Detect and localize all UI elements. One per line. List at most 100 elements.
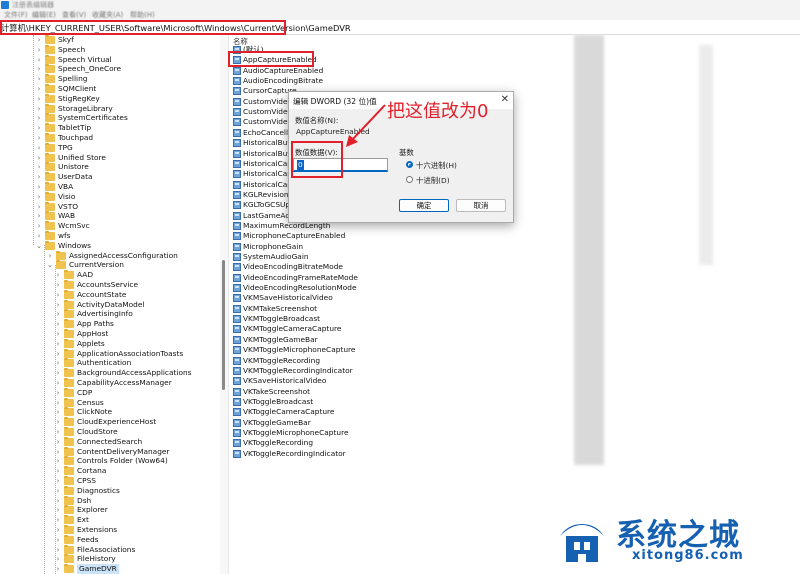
- folder-icon: [45, 54, 55, 64]
- registry-key-tree[interactable]: › Skyf › Speech › Speech Virtual › Speech_OneCo…: [0, 35, 229, 574]
- chevron-right-icon[interactable]: ›: [35, 64, 43, 74]
- tree-item-label: CapabilityAccessManager: [77, 378, 172, 387]
- chevron-right-icon[interactable]: ›: [54, 437, 62, 447]
- radio-hex-label[interactable]: 十六进制(H): [416, 160, 457, 171]
- menu-view[interactable]: 查看(V): [62, 10, 86, 20]
- chevron-right-icon[interactable]: ›: [54, 417, 62, 427]
- chevron-right-icon[interactable]: ›: [54, 564, 62, 574]
- radio-decimal[interactable]: [406, 176, 413, 183]
- cancel-button[interactable]: 取消: [456, 199, 506, 212]
- menu-file[interactable]: 文件(F): [4, 10, 28, 20]
- dialog-close-icon[interactable]: ✕: [501, 94, 509, 105]
- chevron-right-icon[interactable]: ›: [54, 388, 62, 398]
- menu-bar: 文件(F) 编辑(E) 查看(V) 收藏夹(A) 帮助(H): [0, 10, 800, 20]
- chevron-right-icon[interactable]: ›: [54, 525, 62, 535]
- folder-icon: [64, 387, 74, 397]
- reg-binary-icon: [233, 284, 241, 293]
- chevron-right-icon[interactable]: ›: [46, 251, 54, 261]
- chevron-right-icon[interactable]: ›: [35, 55, 43, 65]
- tree-item-label: App Paths: [77, 319, 114, 329]
- radio-decimal-label[interactable]: 十进制(D): [416, 175, 450, 186]
- chevron-right-icon[interactable]: ›: [35, 221, 43, 231]
- value-name: VKToggleGameBar: [243, 417, 311, 427]
- chevron-right-icon[interactable]: ›: [54, 349, 62, 359]
- folder-icon: [45, 240, 55, 250]
- chevron-right-icon[interactable]: ›: [35, 192, 43, 202]
- chevron-right-icon[interactable]: ›: [54, 290, 62, 300]
- chevron-right-icon[interactable]: ›: [35, 35, 43, 45]
- value-name: VKMToggleCameraCapture: [243, 324, 342, 334]
- tree-scrollbar[interactable]: [220, 35, 228, 574]
- chevron-right-icon[interactable]: ›: [54, 456, 62, 466]
- chevron-right-icon[interactable]: ›: [54, 427, 62, 437]
- chevron-right-icon[interactable]: ›: [54, 535, 62, 545]
- chevron-right-icon[interactable]: ›: [35, 113, 43, 123]
- chevron-right-icon[interactable]: ›: [54, 486, 62, 496]
- ok-button[interactable]: 确定: [399, 199, 449, 212]
- chevron-right-icon[interactable]: ›: [35, 153, 43, 163]
- chevron-right-icon[interactable]: ›: [54, 398, 62, 408]
- chevron-right-icon[interactable]: ›: [54, 496, 62, 506]
- value-name: VKMToggleBroadcast: [243, 314, 321, 324]
- chevron-right-icon[interactable]: ›: [54, 309, 62, 319]
- tree-item-label: WAB: [58, 211, 76, 221]
- chevron-right-icon[interactable]: ›: [35, 123, 43, 133]
- menu-favorites[interactable]: 收藏夹(A): [92, 10, 123, 20]
- chevron-right-icon[interactable]: ›: [35, 94, 43, 104]
- value-name: VKMToggleRecordingIndicator: [243, 365, 353, 375]
- chevron-right-icon[interactable]: ›: [35, 143, 43, 153]
- chevron-right-icon[interactable]: ›: [35, 231, 43, 241]
- folder-icon: [45, 231, 55, 240]
- chevron-down-icon[interactable]: ⌄: [46, 260, 54, 270]
- folder-icon: [64, 329, 74, 338]
- chevron-right-icon[interactable]: ›: [54, 466, 62, 476]
- chevron-right-icon[interactable]: ›: [35, 74, 43, 84]
- chevron-right-icon[interactable]: ›: [35, 182, 43, 192]
- chevron-right-icon[interactable]: ›: [54, 329, 62, 339]
- tree-item-label: BackgroundAccessApplications: [77, 368, 192, 378]
- chevron-right-icon[interactable]: ›: [54, 368, 62, 378]
- folder-icon: [64, 525, 74, 534]
- chevron-right-icon[interactable]: ›: [54, 270, 62, 280]
- radio-hex[interactable]: [406, 161, 413, 168]
- chevron-right-icon[interactable]: ›: [54, 378, 62, 388]
- folder-icon: [64, 319, 74, 329]
- chevron-right-icon[interactable]: ›: [54, 447, 62, 457]
- tree-item-label: FileHistory: [77, 554, 116, 564]
- chevron-right-icon[interactable]: ›: [35, 172, 43, 182]
- chevron-right-icon[interactable]: ›: [35, 104, 43, 114]
- window-titlebar: 注册表编辑器: [0, 0, 800, 10]
- reg-binary-icon: [233, 108, 241, 117]
- chevron-right-icon[interactable]: ›: [54, 407, 62, 417]
- chevron-right-icon[interactable]: ›: [54, 319, 62, 329]
- tree-item-label: AssignedAccessConfiguration: [69, 250, 178, 260]
- chevron-right-icon[interactable]: ›: [54, 545, 62, 555]
- chevron-right-icon[interactable]: ›: [35, 45, 43, 55]
- chevron-right-icon[interactable]: ›: [54, 554, 62, 564]
- reg-binary-icon: [233, 139, 241, 148]
- chevron-right-icon[interactable]: ›: [54, 339, 62, 349]
- annotation-text: 把这值改为0: [387, 101, 489, 122]
- chevron-right-icon[interactable]: ›: [35, 211, 43, 221]
- chevron-right-icon[interactable]: ›: [54, 280, 62, 290]
- tree-item-label: StigRegKey: [58, 93, 100, 103]
- chevron-right-icon[interactable]: ›: [54, 505, 62, 515]
- tree-item-label: GameDVR: [77, 564, 119, 574]
- chevron-right-icon[interactable]: ›: [35, 84, 43, 94]
- tree-scrollbar-thumb[interactable]: [222, 260, 225, 390]
- chevron-right-icon[interactable]: ›: [54, 515, 62, 525]
- menu-edit[interactable]: 编辑(E): [32, 10, 56, 20]
- menu-help[interactable]: 帮助(H): [130, 10, 155, 20]
- chevron-right-icon[interactable]: ›: [35, 202, 43, 212]
- chevron-right-icon[interactable]: ›: [54, 476, 62, 486]
- chevron-right-icon[interactable]: ›: [35, 133, 43, 143]
- tree-item-label: AccountState: [77, 289, 127, 299]
- chevron-right-icon[interactable]: ›: [54, 358, 62, 368]
- chevron-right-icon[interactable]: ›: [35, 162, 43, 172]
- folder-icon: [45, 172, 55, 182]
- tree-item-label: CurrentVersion: [69, 260, 124, 270]
- folder-icon: [64, 544, 74, 554]
- chevron-down-icon[interactable]: ⌄: [35, 241, 43, 251]
- tree-item-label: TabletTip: [58, 123, 92, 133]
- chevron-right-icon[interactable]: ›: [54, 300, 62, 310]
